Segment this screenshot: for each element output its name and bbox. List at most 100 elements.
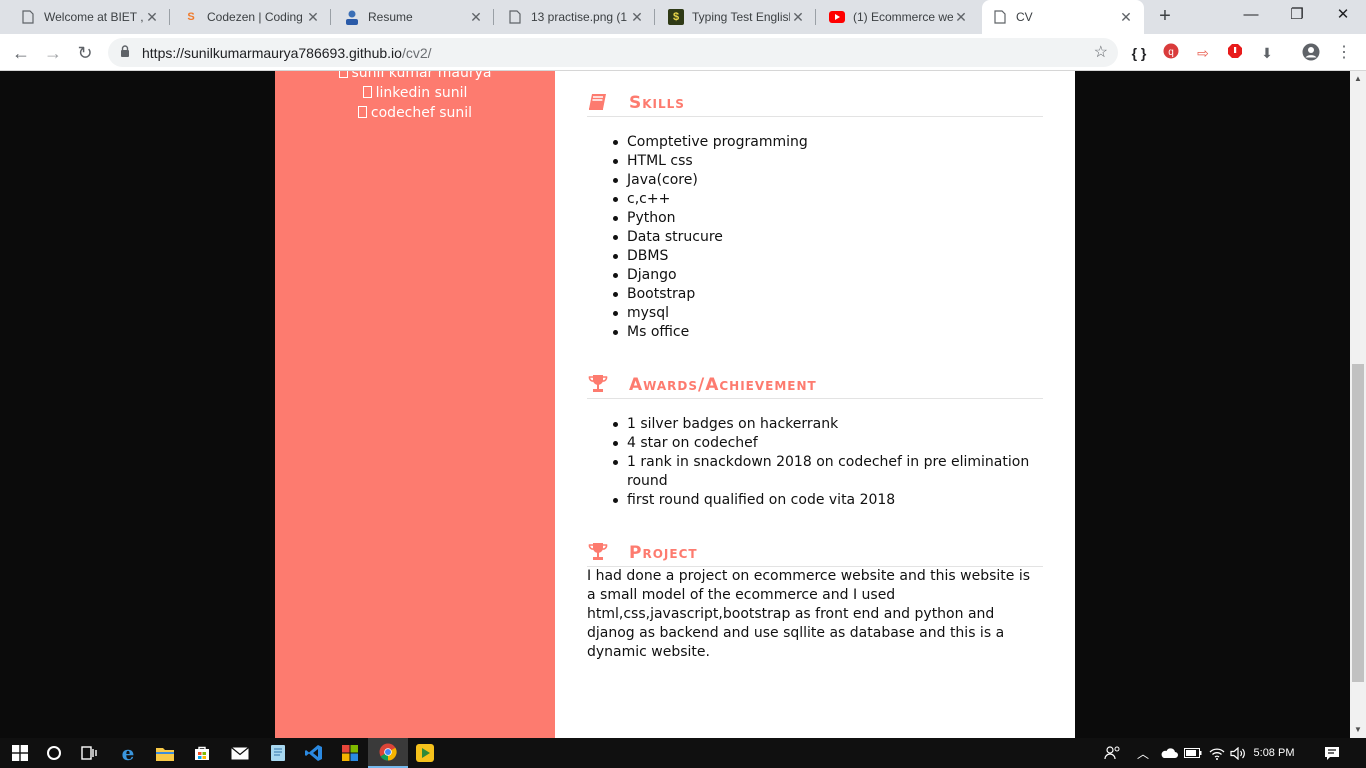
volume-icon[interactable] [1230, 738, 1246, 768]
skills-title: Skills [629, 93, 685, 113]
reload-button[interactable]: ↻ [72, 40, 98, 66]
scroll-down-arrow-icon[interactable]: ▼ [1350, 722, 1366, 738]
tab-ecommerce-youtube[interactable]: (1) Ecommerce we ✕ [819, 0, 979, 34]
awards-list: 1 silver badges on hackerrank 4 star on c… [613, 415, 1047, 510]
tab-title: Resume [368, 10, 413, 24]
list-item: Python [613, 209, 1047, 228]
project-header: Project [587, 541, 1043, 567]
mail-icon[interactable] [220, 738, 260, 768]
page-scrollbar[interactable]: ▲ ▼ [1350, 71, 1366, 738]
list-item: Comptetive programming [613, 133, 1047, 152]
tab-welcome-biet[interactable]: Welcome at BIET , ✕ [10, 0, 170, 34]
close-icon[interactable]: ✕ [629, 9, 645, 26]
close-icon[interactable]: ✕ [790, 9, 806, 26]
missing-glyph-icon [338, 71, 348, 78]
linkedin-link[interactable]: linkedin sunil [275, 83, 555, 103]
youtube-icon [829, 9, 845, 25]
action-center-icon[interactable] [1324, 738, 1340, 768]
menu-kebab-icon[interactable]: ⋮ [1336, 43, 1352, 63]
awards-title: Awards/Achievement [629, 375, 817, 395]
page-icon [507, 9, 523, 25]
chrome-icon[interactable] [368, 738, 408, 768]
restore-button[interactable]: ❐ [1274, 0, 1320, 34]
svg-text:q: q [1168, 47, 1174, 58]
list-item: DBMS [613, 247, 1047, 266]
codechef-link[interactable]: codechef sunil [275, 103, 555, 123]
cv-sidebar: sunil kumar maurya linkedin sunil codech… [275, 71, 555, 738]
tab-practise-png[interactable]: 13 practise.png (1 ✕ [497, 0, 655, 34]
battery-icon[interactable] [1184, 738, 1202, 768]
list-item: 1 rank in snackdown 2018 on codechef in … [613, 453, 1047, 491]
close-icon[interactable]: ✕ [1118, 9, 1134, 26]
download-icon[interactable]: ⬇ [1258, 43, 1276, 63]
back-button[interactable]: ← [8, 40, 34, 66]
scrollbar-thumb[interactable] [1352, 364, 1364, 682]
file-explorer-icon[interactable] [145, 738, 185, 768]
task-view-icon[interactable] [69, 738, 109, 768]
list-item: Django [613, 266, 1047, 285]
contact-links: sunil kumar maurya linkedin sunil codech… [275, 71, 555, 123]
onedrive-cloud-icon[interactable] [1160, 738, 1178, 768]
resume-avatar-icon [344, 9, 360, 25]
tab-title: 13 practise.png (1 [531, 10, 628, 24]
project-title: Project [629, 543, 698, 563]
new-tab-button[interactable]: + [1153, 4, 1177, 28]
project-description: I had done a project on ecommerce websit… [587, 568, 1031, 660]
store-icon[interactable] [182, 738, 222, 768]
people-icon[interactable] [1104, 738, 1122, 768]
minimize-button[interactable]: — [1228, 0, 1274, 34]
list-item: 1 silver badges on hackerrank [613, 415, 1047, 434]
skills-list: Comptetive programming HTML css Java(core)… [613, 133, 1047, 342]
media-player-icon[interactable] [405, 738, 445, 768]
list-item: Data strucure [613, 228, 1047, 247]
list-item: c,c++ [613, 190, 1047, 209]
missing-glyph-icon [362, 86, 372, 98]
list-item: Java(core) [613, 171, 1047, 190]
close-icon[interactable]: ✕ [468, 9, 484, 26]
scroll-up-arrow-icon[interactable]: ▲ [1350, 71, 1366, 87]
tab-title: (1) Ecommerce we [853, 10, 953, 24]
trophy-icon [587, 373, 609, 395]
list-item: HTML css [613, 152, 1047, 171]
close-icon[interactable]: ✕ [144, 9, 160, 26]
colorful-app-icon[interactable] [330, 738, 370, 768]
close-window-button[interactable]: ✕ [1320, 0, 1366, 34]
list-item: Bootstrap [613, 285, 1047, 304]
tab-typing-test[interactable]: $ Typing Test English ✕ [658, 0, 816, 34]
codezen-icon: S [187, 11, 195, 23]
taskbar: e ︿ 5:08 PM [0, 738, 1366, 768]
bookmark-star-icon[interactable]: ☆ [1094, 42, 1108, 62]
cv-container: sunil kumar maurya linkedin sunil codech… [275, 71, 1075, 738]
profile-avatar-icon[interactable] [1302, 43, 1320, 63]
list-item: Ms office [613, 323, 1047, 342]
page-viewport: sunil kumar maurya linkedin sunil codech… [0, 71, 1350, 738]
tab-resume[interactable]: Resume ✕ [334, 0, 494, 34]
close-icon[interactable]: ✕ [305, 9, 321, 26]
vscode-icon[interactable] [294, 738, 334, 768]
list-item: 4 star on codechef [613, 434, 1047, 453]
page-icon [992, 9, 1008, 25]
tab-cv[interactable]: CV ✕ [982, 0, 1144, 34]
cv-main: Skills Comptetive programming HTML css Jav… [555, 71, 1075, 738]
profile-link[interactable]: sunil kumar maurya [275, 71, 555, 83]
close-icon[interactable]: ✕ [953, 9, 969, 26]
show-hidden-icons-chevron-icon[interactable]: ︿ [1137, 738, 1149, 768]
edge-browser-icon[interactable]: e [108, 738, 148, 768]
missing-glyph-icon [357, 106, 367, 118]
json-viewer-extension-icon[interactable]: { } [1128, 43, 1150, 63]
address-bar[interactable]: https://sunilkumarmaurya786693.github.io… [108, 38, 1118, 67]
sticky-notes-icon[interactable] [258, 738, 298, 768]
adblock-extension-icon[interactable] [1226, 43, 1244, 63]
share-extension-icon[interactable]: ⇨ [1194, 43, 1212, 63]
tab-strip: Welcome at BIET , ✕ S Codezen | Coding ✕… [0, 0, 1366, 34]
tab-title: Welcome at BIET , [44, 10, 144, 24]
taskbar-clock[interactable]: 5:08 PM [1248, 738, 1300, 768]
tab-title: Codezen | Coding [207, 10, 303, 24]
awards-header: Awards/Achievement [587, 373, 1043, 399]
tab-codezen[interactable]: S Codezen | Coding ✕ [173, 0, 331, 34]
pocket-extension-icon[interactable]: q [1162, 43, 1180, 63]
forward-button[interactable]: → [40, 40, 66, 66]
book-icon [587, 91, 609, 113]
cortana-search-icon[interactable] [34, 738, 74, 768]
wifi-icon[interactable] [1209, 738, 1225, 768]
